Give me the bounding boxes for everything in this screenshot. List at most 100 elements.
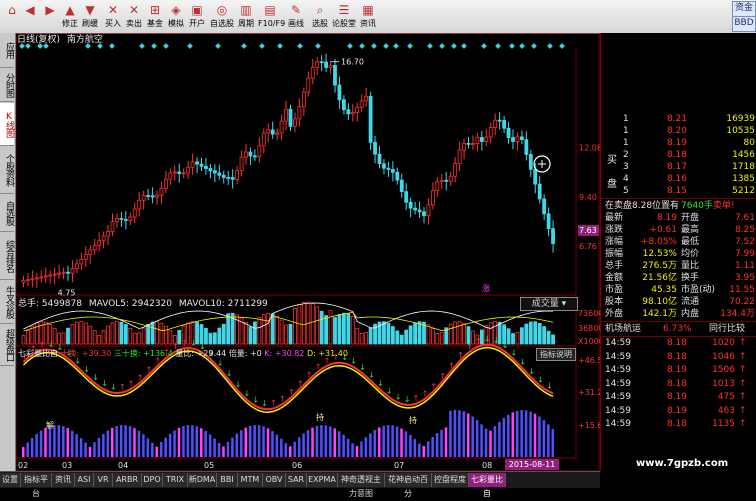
toolbar-button-16[interactable]: ▦ 资讯 bbox=[356, 1, 380, 32]
indicator-item: 量比: +29.44 bbox=[175, 349, 227, 358]
toolbar-button-14[interactable]: ⌕ 选股 bbox=[308, 1, 332, 32]
mavol10-label: MAVOL10: 2711299 bbox=[178, 299, 268, 309]
volume-bar bbox=[413, 322, 418, 345]
signal-mark: 持 bbox=[316, 412, 324, 422]
buy-arrow-icon: ↑ bbox=[439, 372, 446, 381]
indicator-tab-15[interactable]: 花神启动百分 bbox=[385, 473, 432, 498]
indicator-tab-1[interactable]: 指标平台 bbox=[21, 473, 52, 498]
info-key: 市盈(动) bbox=[681, 285, 716, 295]
tick-price: 8.19 bbox=[666, 405, 687, 416]
volume-bar bbox=[453, 321, 458, 345]
toolbar-button-1[interactable]: ◀ bbox=[20, 1, 40, 32]
indicator-tab-9[interactable]: BBI bbox=[217, 473, 238, 487]
indicator-tab-8[interactable]: 新DMA bbox=[188, 473, 217, 487]
volume-indicator-select[interactable]: 成交量 ▾ bbox=[520, 297, 578, 311]
indicator-tab-3[interactable]: ASI bbox=[75, 473, 94, 487]
candle-body bbox=[386, 167, 391, 170]
buy-volume: 1456 bbox=[732, 150, 755, 160]
volume-bar bbox=[359, 333, 364, 345]
indicator-bar bbox=[88, 446, 92, 457]
toolbar-button-11[interactable]: ▥ 周期 bbox=[234, 1, 258, 32]
candle-body bbox=[346, 109, 351, 115]
f10-icon: ▤ bbox=[264, 3, 276, 17]
info-value: 70.22 bbox=[729, 297, 755, 307]
left-tab-5[interactable]: 综合排名 bbox=[0, 233, 14, 280]
toolbar-button-8[interactable]: ◈ 模拟 bbox=[166, 1, 186, 32]
toolbar-button-13[interactable]: ✎ 画线 bbox=[284, 1, 308, 32]
left-tab-1[interactable]: 分时图 bbox=[0, 69, 14, 102]
indicator-tab-4[interactable]: VR bbox=[94, 473, 113, 487]
indicator-bar bbox=[507, 414, 510, 457]
signal-diamond bbox=[439, 43, 445, 49]
volume-bar bbox=[350, 315, 355, 345]
candle-body bbox=[364, 95, 369, 102]
volume-bar bbox=[288, 323, 293, 345]
indicator-tab-2[interactable]: 资讯 bbox=[52, 473, 75, 487]
indicator-tab-12[interactable]: SAR bbox=[286, 473, 307, 487]
left-tab-0[interactable]: 应用 bbox=[0, 33, 14, 68]
candle-body bbox=[519, 136, 524, 141]
candle-body bbox=[408, 201, 413, 209]
candle-body bbox=[337, 84, 342, 101]
signal-mark: 持 bbox=[409, 415, 417, 425]
volume-bar bbox=[279, 319, 284, 345]
sector-name: 机场航运 bbox=[605, 324, 642, 334]
indicator-tab-7[interactable]: TRIX bbox=[163, 473, 188, 487]
toolbar-button-0[interactable]: ⌂ bbox=[2, 1, 22, 32]
toolbar-button-15[interactable]: ☰ 论股堂 bbox=[332, 1, 356, 32]
sell-arrow-icon: ↓ bbox=[546, 381, 553, 390]
left-tab-6[interactable]: 牛叉诊股 bbox=[0, 281, 14, 324]
volume-header: 总手: 5499878 MAVOL5: 2942320 MAVOL10: 271… bbox=[18, 298, 268, 310]
indicator-tab-11[interactable]: OBV bbox=[263, 473, 286, 487]
candle-body bbox=[159, 187, 164, 196]
indicator-header: 七彩量比自 十换: +39.30 三十换: +136.4 量比: +29.44 … bbox=[18, 348, 348, 360]
indicator-item: K: +30.82 bbox=[264, 349, 305, 358]
position-tag: 卖单! bbox=[713, 201, 735, 211]
indicator-help-button[interactable]: 指标说明 bbox=[536, 348, 576, 361]
indicator-bar bbox=[30, 438, 34, 457]
info-key: 总手 bbox=[605, 261, 624, 271]
left-tab-2[interactable]: K线图 bbox=[0, 103, 14, 146]
toolbar-button-4[interactable]: ▼ 刷缓 bbox=[80, 1, 100, 32]
signal-diamond bbox=[519, 43, 525, 49]
indicator-tab-0[interactable]: 设置 bbox=[0, 473, 21, 487]
indicator-tab-14[interactable]: 神奇透视主力意图 bbox=[338, 473, 385, 498]
toolbar-button-label: 资讯 bbox=[360, 19, 376, 28]
indicator-tab-16[interactable]: 控盘程度 bbox=[432, 473, 469, 487]
toolbar-button-6[interactable]: ✕ 卖出 bbox=[124, 1, 144, 32]
indicator-tab-10[interactable]: MTM bbox=[238, 473, 263, 487]
toolbar-button-12[interactable]: ▤ F10/F9 bbox=[258, 1, 285, 32]
candle-body bbox=[97, 240, 102, 246]
toolbar-button-9[interactable]: ▣ 开户 bbox=[187, 1, 207, 32]
indicator-tab-5[interactable]: ARBR bbox=[113, 473, 142, 487]
indicator-name[interactable]: 七彩量比自 bbox=[18, 349, 58, 358]
kline-chart[interactable]: 16.70 4.75 涨 12.08 9.40 7.63 6.76 73600 36800 X10… bbox=[16, 33, 600, 471]
indicator-tab-6[interactable]: DPO bbox=[142, 473, 163, 487]
signal-diamond bbox=[407, 43, 413, 49]
left-tab-3[interactable]: 个股资料 bbox=[0, 147, 14, 194]
indicator-tab-17[interactable]: 七彩量比自 bbox=[469, 473, 506, 498]
toolbar-button-7[interactable]: ⊞ 基金 bbox=[145, 1, 165, 32]
candle-body bbox=[533, 168, 538, 185]
bbd-button[interactable]: BBD bbox=[732, 16, 756, 32]
left-tab-4[interactable]: 自选股 bbox=[0, 195, 14, 232]
indicator-bar bbox=[302, 433, 305, 457]
toolbar-button-5[interactable]: ✕ 买入 bbox=[103, 1, 123, 32]
indicator-bar bbox=[391, 425, 394, 457]
info-value: 276.5万 bbox=[642, 261, 677, 271]
indicator-bar bbox=[462, 411, 466, 457]
peer-compare-button[interactable]: 同行比较 bbox=[709, 323, 745, 335]
candle-body bbox=[497, 119, 502, 122]
toolbar-button-3[interactable]: ▲ 修正 bbox=[60, 1, 80, 32]
toolbar-button-10[interactable]: ◎ 自选股 bbox=[210, 1, 234, 32]
indicator-bar bbox=[186, 425, 190, 457]
indicator-bar bbox=[257, 425, 261, 457]
fund-flow-button[interactable]: 资金 bbox=[732, 1, 756, 17]
volume-bar bbox=[324, 315, 329, 345]
sell-arrow-icon: ↓ bbox=[537, 375, 544, 384]
indicator-tab-13[interactable]: EXPMA bbox=[307, 473, 338, 487]
left-tab-7[interactable]: 超级盘口 bbox=[0, 325, 14, 366]
signal-diamond bbox=[393, 43, 399, 49]
volume-bar bbox=[137, 332, 142, 345]
toolbar-button-2[interactable]: ▶ bbox=[40, 1, 60, 32]
